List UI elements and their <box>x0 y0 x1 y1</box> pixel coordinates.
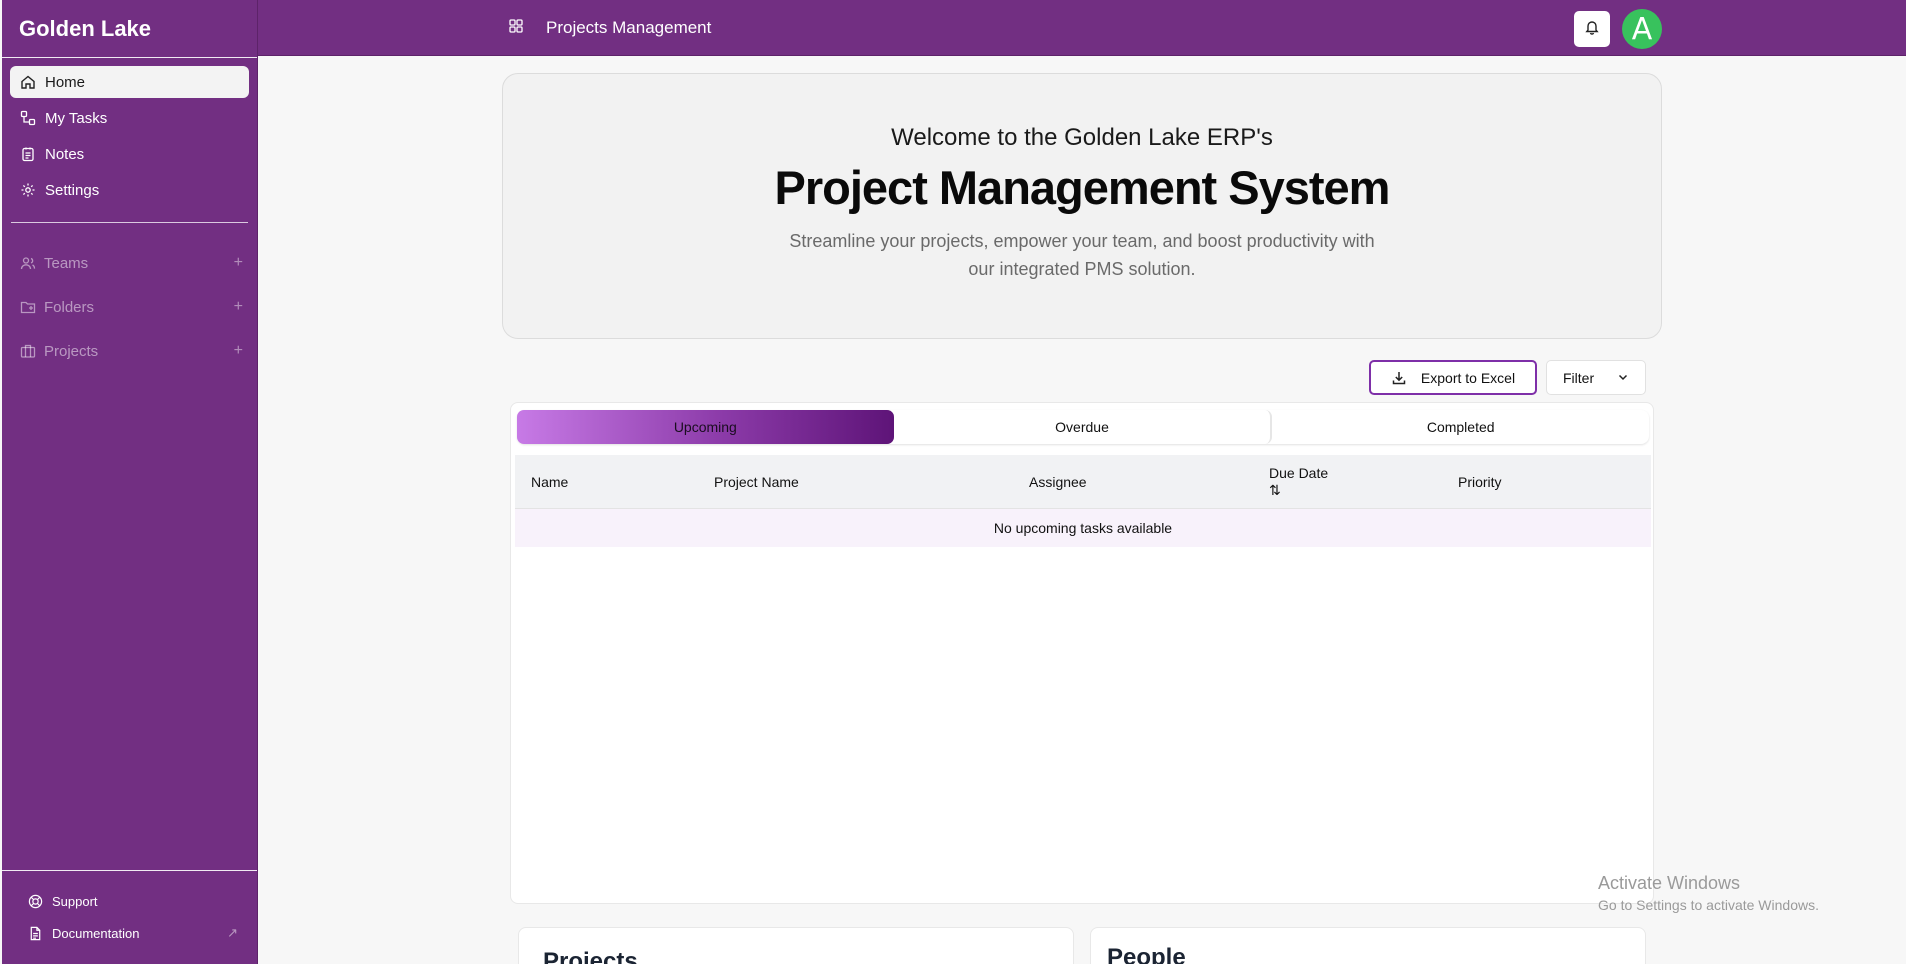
sidebar-item-label: My Tasks <box>45 109 108 127</box>
column-project-name[interactable]: Project Name <box>714 455 799 509</box>
people-card: People <box>1090 927 1646 964</box>
sidebar-group-teams[interactable]: Teams + <box>2 241 257 285</box>
column-name[interactable]: Name <box>531 455 568 509</box>
document-icon <box>28 926 43 941</box>
column-due-date[interactable]: Due Date ⇅ <box>1269 455 1328 509</box>
column-priority[interactable]: Priority <box>1458 455 1502 509</box>
hero-subtitle: Streamline your projects, empower your t… <box>789 231 1375 279</box>
people-title: People <box>1107 944 1186 964</box>
folder-icon <box>20 299 36 315</box>
sidebar-item-my-tasks[interactable]: My Tasks <box>10 102 249 134</box>
hero-title: Project Management System <box>774 161 1391 214</box>
projects-title: Projects <box>543 948 638 964</box>
grid-icon <box>508 18 524 39</box>
table-header: Name Project Name Assignee Due Date ⇅ Pr… <box>515 455 1651 509</box>
users-icon <box>20 255 36 271</box>
download-icon <box>1391 370 1407 386</box>
briefcase-icon <box>20 343 36 359</box>
sidebar-group-projects[interactable]: Projects + <box>2 329 257 373</box>
lifebuoy-icon <box>28 894 43 909</box>
support-label: Support <box>52 893 98 909</box>
notes-icon <box>20 146 36 162</box>
watermark-subtitle: Go to Settings to activate Windows. <box>1598 897 1819 913</box>
tab-completed[interactable]: Completed <box>1272 410 1649 444</box>
sidebar-item-label: Settings <box>45 181 100 199</box>
sidebar-group-label: Projects <box>44 342 99 360</box>
chevron-down-icon <box>1617 370 1629 386</box>
sidebar-footer: Support Documentation ↗ <box>2 870 257 964</box>
welcome-text: Welcome to the Golden Lake ERP's <box>891 124 1273 151</box>
external-link-icon: ↗ <box>227 925 238 940</box>
filter-label: Filter <box>1563 369 1595 386</box>
documentation-label: Documentation <box>52 925 140 941</box>
bell-icon <box>1584 19 1600 40</box>
sidebar-item-notes[interactable]: Notes <box>10 138 249 170</box>
sidebar-item-label: Notes <box>45 145 85 163</box>
user-avatar[interactable]: A <box>1622 9 1662 49</box>
sidebar-item-settings[interactable]: Settings <box>10 174 249 206</box>
gear-icon <box>20 182 36 198</box>
sidebar-item-home[interactable]: Home <box>10 66 249 98</box>
app-grid-button[interactable] <box>504 16 528 40</box>
watermark-title: Activate Windows <box>1598 873 1741 893</box>
app-window: Golden Lake Home My Tasks Notes Settings… <box>0 0 1906 964</box>
column-assignee[interactable]: Assignee <box>1029 455 1087 509</box>
export-to-excel-button[interactable]: Export to Excel <box>1369 360 1537 395</box>
brand-logo[interactable]: Golden Lake <box>2 0 257 58</box>
tab-upcoming[interactable]: Upcoming <box>517 410 894 444</box>
sidebar-divider <box>11 222 248 223</box>
documentation-link[interactable]: Documentation ↗ <box>28 917 238 949</box>
notifications-button[interactable] <box>1574 11 1610 47</box>
export-label: Export to Excel <box>1420 369 1516 386</box>
due-date-label: Due Date <box>1269 465 1329 481</box>
welcome-banner: Welcome to the Golden Lake ERP's Project… <box>502 73 1662 339</box>
add-project-button[interactable]: + <box>234 342 243 360</box>
sort-icon[interactable]: ⇅ <box>1269 482 1281 499</box>
tasks-card: Upcoming Overdue Completed Name Project … <box>510 402 1654 904</box>
filter-dropdown[interactable]: Filter <box>1546 360 1646 395</box>
add-team-button[interactable]: + <box>234 254 243 272</box>
sidebar-group-label: Folders <box>44 298 95 316</box>
projects-card: Projects <box>518 927 1074 964</box>
add-folder-button[interactable]: + <box>234 298 243 316</box>
home-icon <box>20 74 36 90</box>
empty-state-row: No upcoming tasks available <box>515 509 1651 547</box>
sidebar-nav: Home My Tasks Notes Settings <box>2 58 257 206</box>
activation-watermark: Activate Windows Go to Settings to activ… <box>1598 873 1819 913</box>
tab-overdue[interactable]: Overdue <box>894 410 1273 444</box>
task-tabs: Upcoming Overdue Completed <box>517 410 1649 444</box>
support-link[interactable]: Support <box>28 885 238 917</box>
page-title: Projects Management <box>546 18 712 37</box>
sidebar-item-label: Home <box>45 73 86 91</box>
sidebar-group-folders[interactable]: Folders + <box>2 285 257 329</box>
sidebar-group-label: Teams <box>44 254 89 272</box>
sidebar: Golden Lake Home My Tasks Notes Settings… <box>2 0 258 964</box>
top-bar: Projects Management A <box>258 0 1906 56</box>
tasks-icon <box>20 110 36 126</box>
